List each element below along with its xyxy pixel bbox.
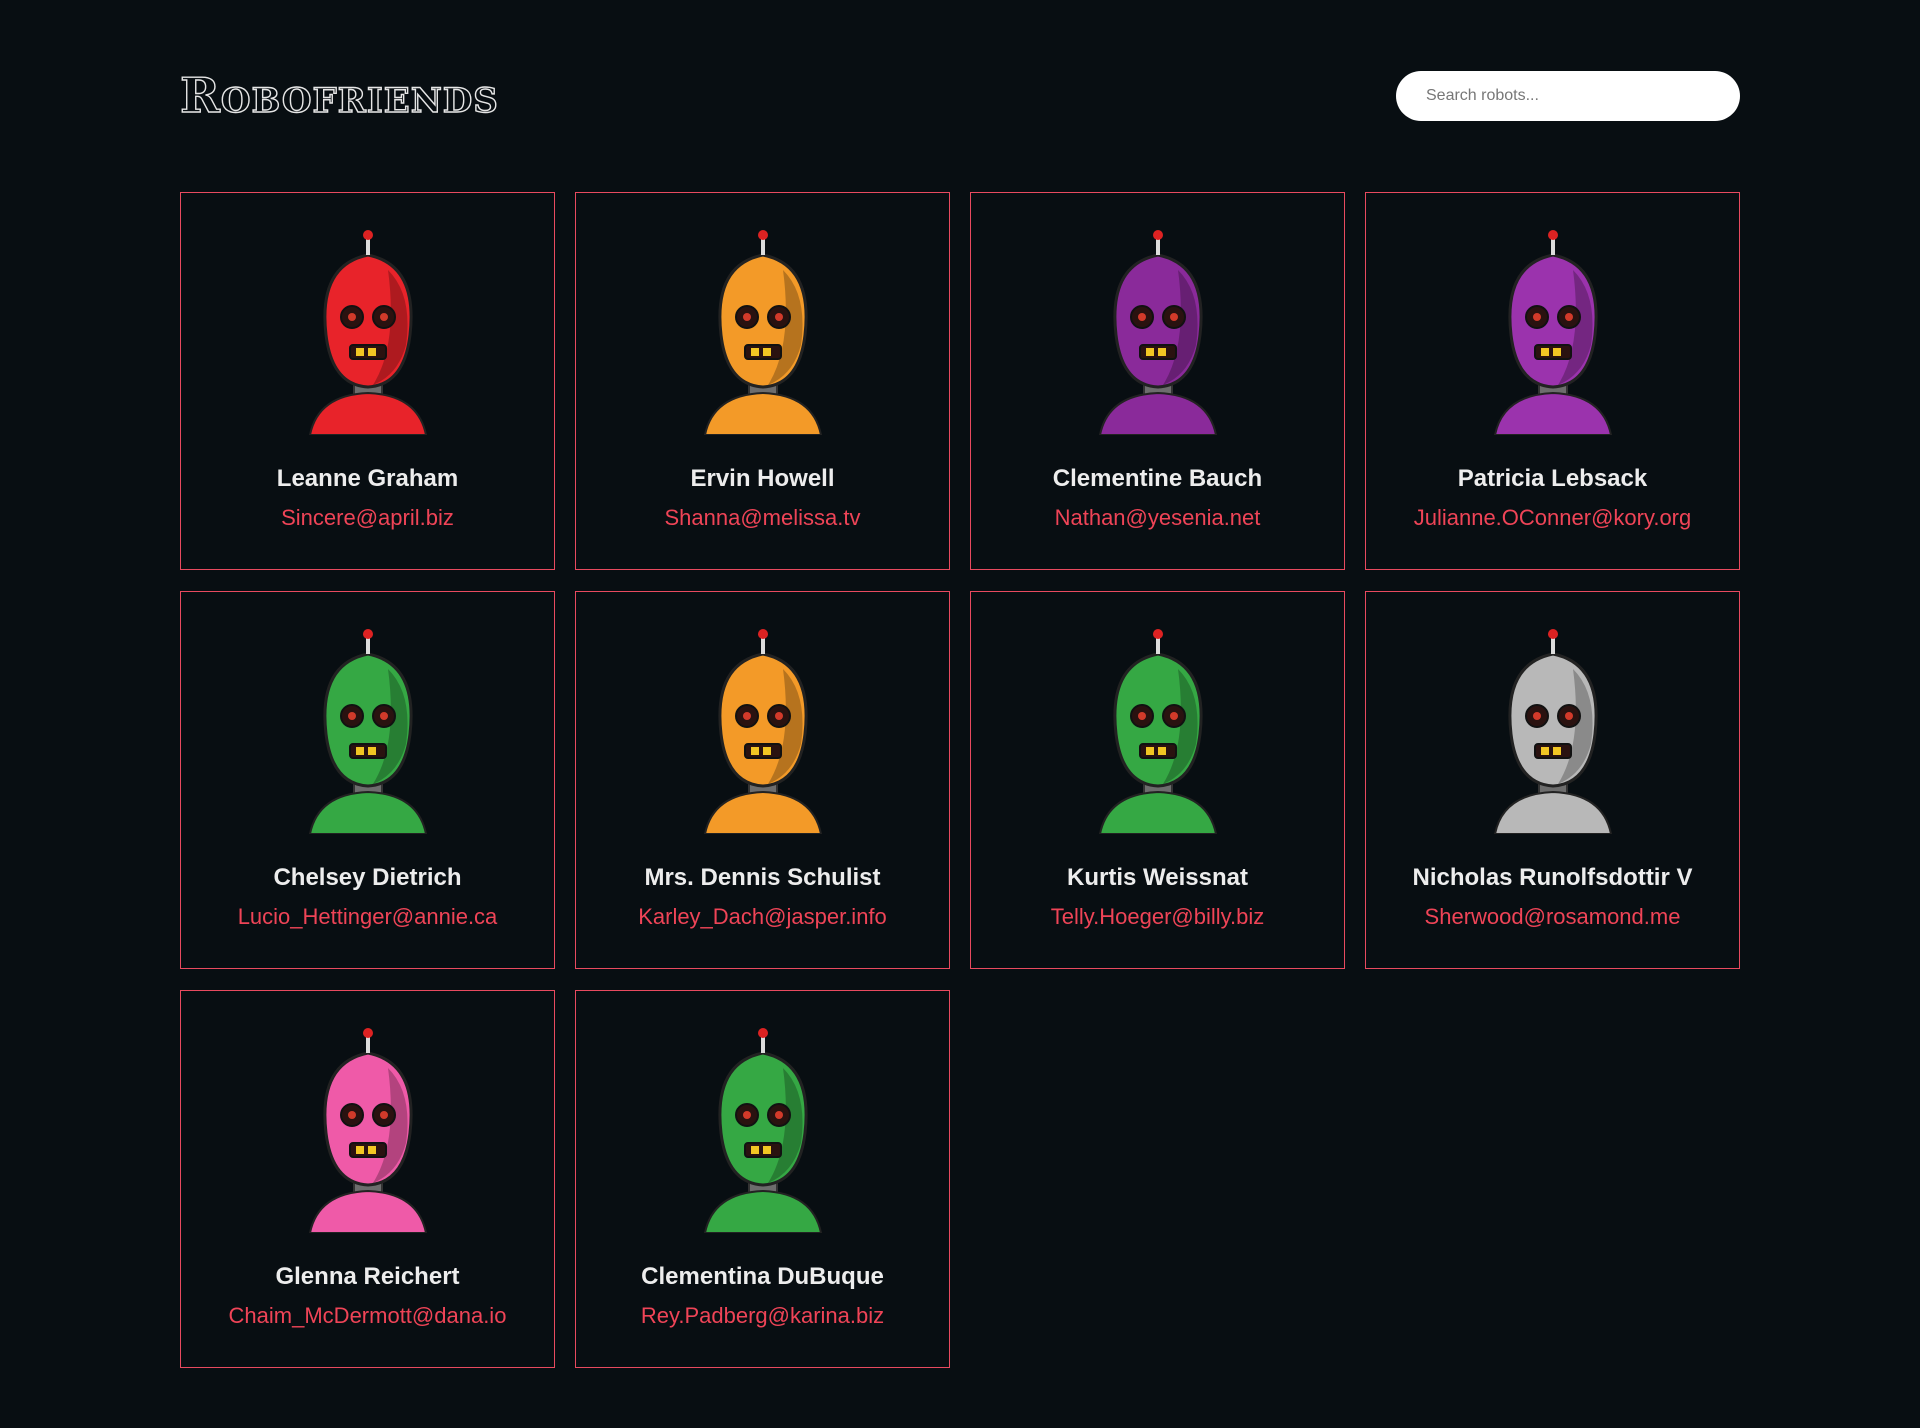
robot-name: Kurtis Weissnat [1067, 864, 1248, 891]
page: Robofriends Leanne Graham Sincere@april.… [0, 0, 1920, 1428]
orange-robot-avatar-icon [703, 629, 822, 834]
robot-card[interactable]: Leanne Graham Sincere@april.biz [180, 192, 555, 570]
header: Robofriends [179, 67, 1740, 125]
robot-email: Shanna@melissa.tv [664, 505, 861, 530]
robot-name: Ervin Howell [690, 465, 835, 492]
robot-name: Leanne Graham [276, 465, 459, 492]
purple-robot-avatar-icon [1098, 230, 1217, 435]
robot-card[interactable]: Ervin Howell Shanna@melissa.tv [575, 192, 950, 570]
robot-email: Lucio_Hettinger@annie.ca [237, 904, 498, 929]
robot-email: Chaim_McDermott@dana.io [228, 1303, 507, 1328]
green-robot-avatar-icon [703, 1028, 822, 1233]
robot-email: Nathan@yesenia.net [1054, 505, 1261, 530]
robot-card-grid: Leanne Graham Sincere@april.biz Ervin Ho… [180, 192, 1740, 1368]
green-robot-avatar-icon [1098, 629, 1217, 834]
robot-card[interactable]: Chelsey Dietrich Lucio_Hettinger@annie.c… [180, 591, 555, 969]
robot-email: Julianne.OConner@kory.org [1413, 505, 1692, 530]
robot-card[interactable]: Glenna Reichert Chaim_McDermott@dana.io [180, 990, 555, 1368]
robot-card[interactable]: Clementine Bauch Nathan@yesenia.net [970, 192, 1345, 570]
pink-robot-avatar-icon [308, 1028, 427, 1233]
robot-name: Glenna Reichert [275, 1263, 460, 1290]
robot-name: Chelsey Dietrich [273, 864, 462, 891]
robot-email: Sincere@april.biz [281, 505, 454, 530]
purple-robot-avatar-icon [1493, 230, 1612, 435]
robot-card[interactable]: Kurtis Weissnat Telly.Hoeger@billy.biz [970, 591, 1345, 969]
search-input[interactable] [1396, 71, 1740, 121]
robot-name: Clementine Bauch [1052, 465, 1263, 492]
robot-name: Nicholas Runolfsdottir V [1412, 864, 1693, 891]
robot-card[interactable]: Nicholas Runolfsdottir V Sherwood@rosamo… [1365, 591, 1740, 969]
green-robot-avatar-icon [308, 629, 427, 834]
robot-email: Rey.Padberg@karina.biz [640, 1303, 885, 1328]
robot-card[interactable]: Mrs. Dennis Schulist Karley_Dach@jasper.… [575, 591, 950, 969]
robot-email: Sherwood@rosamond.me [1424, 904, 1681, 929]
red-robot-avatar-icon [308, 230, 427, 435]
orange-robot-avatar-icon [703, 230, 822, 435]
robot-email: Karley_Dach@jasper.info [638, 904, 887, 929]
robot-card[interactable]: Clementina DuBuque Rey.Padberg@karina.bi… [575, 990, 950, 1368]
robot-name: Mrs. Dennis Schulist [644, 864, 881, 891]
app-title: Robofriends [179, 67, 499, 124]
robot-name: Clementina DuBuque [641, 1263, 884, 1290]
robot-card[interactable]: Patricia Lebsack Julianne.OConner@kory.o… [1365, 192, 1740, 570]
robot-name: Patricia Lebsack [1457, 465, 1648, 492]
robot-email: Telly.Hoeger@billy.biz [1050, 904, 1265, 929]
silver-robot-avatar-icon [1493, 629, 1612, 834]
